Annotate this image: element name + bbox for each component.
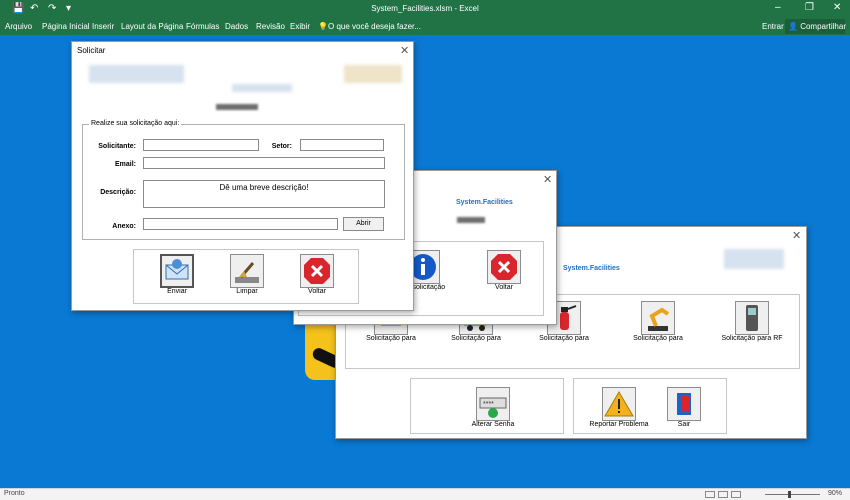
- tab-exibir[interactable]: Exibir: [290, 22, 310, 31]
- descricao-label: Descrição:: [100, 189, 136, 196]
- form-actions-group: Enviar Limpar Voltar: [133, 249, 359, 304]
- close-window-button[interactable]: ✕: [833, 2, 841, 13]
- window-title: System_Facilities.xlsm - Excel: [371, 4, 479, 13]
- descricao-input[interactable]: Dê uma breve descrição!: [143, 180, 385, 208]
- brand-label: System.Facilities: [563, 265, 620, 272]
- account-group: **** Alterar Senha: [410, 378, 564, 434]
- request-tile-label: Solicitação para RF: [721, 335, 783, 342]
- share-label: Compartilhar: [800, 22, 846, 31]
- logo-caption: [232, 84, 292, 92]
- back-label: Voltar: [495, 284, 513, 291]
- anexo-input[interactable]: [143, 218, 338, 230]
- tab-dados[interactable]: Dados: [225, 22, 248, 31]
- zoom-level[interactable]: 90%: [828, 490, 842, 497]
- send-button[interactable]: Enviar: [154, 254, 200, 295]
- support-group: Reportar Problema Sair: [573, 378, 727, 434]
- stop-icon: [300, 254, 334, 288]
- clear-label: Limpar: [236, 288, 258, 295]
- email-label: Email:: [114, 161, 136, 168]
- page-layout-icon[interactable]: [718, 491, 728, 498]
- email-input[interactable]: [143, 157, 385, 169]
- brand-label: System.Facilities: [456, 199, 513, 206]
- svg-text:****: ****: [483, 401, 494, 408]
- tab-pagina-inicial[interactable]: Página Inicial: [42, 22, 90, 31]
- eraser-icon: [230, 254, 264, 288]
- request-tile-label: Solicitação para: [366, 335, 416, 342]
- dialog-title: Solicitar: [77, 46, 106, 55]
- request-tile-rf[interactable]: Solicitação para RF: [712, 301, 792, 342]
- solicitante-input[interactable]: [143, 139, 259, 151]
- title-bar: 💾 ↶ ↷ ▾ System_Facilities.xlsm - Excel –…: [0, 0, 850, 18]
- handheld-scanner-icon: [735, 301, 769, 335]
- setor-label: Setor:: [271, 143, 292, 150]
- close-icon[interactable]: ✕: [400, 44, 409, 57]
- exit-button[interactable]: Sair: [664, 387, 704, 428]
- status-bar: Pronto 90%: [0, 488, 850, 500]
- logo-image: [89, 65, 184, 83]
- tab-layout-da-pagina[interactable]: Layout da Página: [121, 22, 183, 31]
- status-text: Pronto: [4, 490, 25, 497]
- report-problem-label: Reportar Problema: [589, 421, 649, 428]
- minimize-button[interactable]: –: [775, 2, 781, 13]
- close-icon[interactable]: ✕: [792, 229, 801, 242]
- ribbon-tabs: Arquivo Página Inicial Inserir Layout da…: [0, 18, 850, 35]
- restore-button[interactable]: ❐: [805, 2, 814, 13]
- close-icon[interactable]: ✕: [543, 173, 552, 186]
- tab-inserir[interactable]: Inserir: [92, 22, 114, 31]
- request-form-dialog: Solicitar ✕ Realize sua solicitação aqui…: [71, 41, 414, 311]
- exit-label: Sair: [677, 421, 691, 428]
- tab-arquivo[interactable]: Arquivo: [5, 22, 32, 31]
- tell-me-search[interactable]: O que você deseja fazer...: [328, 22, 421, 31]
- email-send-icon: [160, 254, 194, 288]
- abrir-button[interactable]: Abrir: [343, 217, 384, 231]
- solicitante-label: Solicitante:: [98, 143, 136, 150]
- exit-door-icon: [667, 387, 701, 421]
- request-tile-label: Solicitação para: [539, 335, 589, 342]
- logo-image: [724, 249, 784, 269]
- normal-view-icon[interactable]: [705, 491, 715, 498]
- page-break-icon[interactable]: [731, 491, 741, 498]
- sign-in-link[interactable]: Entrar: [762, 22, 784, 31]
- password-icon: ****: [476, 387, 510, 421]
- clear-button[interactable]: Limpar: [224, 254, 270, 295]
- robot-arm-icon: [641, 301, 675, 335]
- share-button[interactable]: 👤 Compartilhar: [785, 19, 846, 34]
- tab-revisao[interactable]: Revisão: [256, 22, 285, 31]
- anexo-label: Anexo:: [112, 223, 136, 230]
- frame-legend: Realize sua solicitação aqui:: [89, 120, 182, 127]
- logo-image-right: [344, 65, 402, 83]
- back-button[interactable]: Voltar: [294, 254, 340, 295]
- zoom-slider[interactable]: [765, 494, 820, 495]
- warning-icon: [602, 387, 636, 421]
- request-tile-label: Solicitação para: [633, 335, 683, 342]
- logo-text: [216, 104, 258, 110]
- view-mode-buttons[interactable]: [705, 491, 749, 499]
- zoom-slider-handle[interactable]: [788, 491, 791, 498]
- lightbulb-icon: 💡: [318, 22, 328, 31]
- logo-image: [457, 217, 485, 223]
- tab-formulas[interactable]: Fórmulas: [186, 22, 219, 31]
- change-password-label: Alterar Senha: [471, 421, 515, 428]
- send-label: Enviar: [167, 288, 187, 295]
- report-problem-button[interactable]: Reportar Problema: [588, 387, 650, 428]
- setor-input[interactable]: [300, 139, 384, 151]
- request-tile-4[interactable]: Solicitação para: [614, 301, 702, 342]
- back-label: Voltar: [308, 288, 326, 295]
- change-password-button[interactable]: **** Alterar Senha: [463, 387, 523, 428]
- stop-icon: [487, 250, 521, 284]
- request-tile-label: Solicitação para: [451, 335, 501, 342]
- back-button[interactable]: Voltar: [476, 250, 532, 291]
- user-icon: 👤: [788, 22, 798, 31]
